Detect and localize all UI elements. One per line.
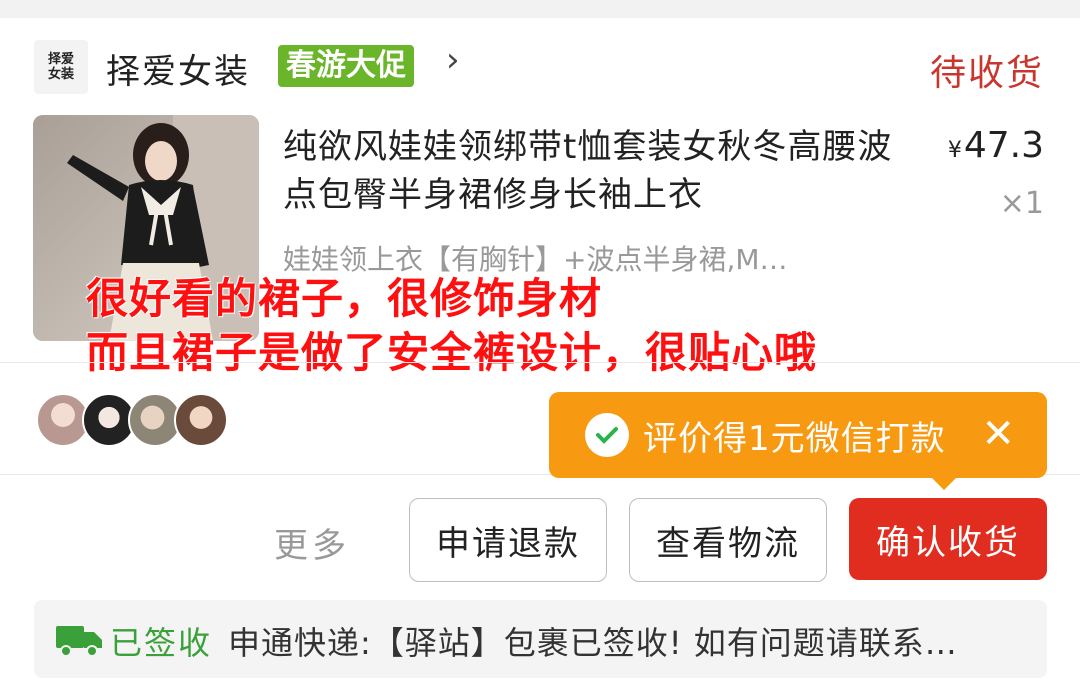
reviewer-avatars[interactable] (36, 393, 228, 447)
more-button[interactable]: 更多 (274, 518, 350, 567)
close-icon[interactable]: ✕ (981, 410, 1015, 458)
wechat-check-icon (585, 413, 629, 457)
divider (0, 362, 1080, 363)
order-status: 待收货 (929, 53, 1044, 94)
tooltip-text: 评价得1元微信打款 (643, 418, 946, 459)
review-overlay-text: 很好看的裙子，很修饰身材 而且裙子是做了安全裤设计，很贴心哦 (86, 272, 817, 380)
price-value: 47.3 (963, 125, 1044, 166)
truck-icon (56, 626, 102, 657)
promo-badge[interactable]: 春游大促 (278, 45, 414, 87)
confirm-receipt-button[interactable]: 确认收货 (849, 498, 1047, 580)
product-quantity: ×1 (999, 186, 1044, 221)
chevron-right-icon[interactable]: › (446, 40, 460, 80)
avatar (174, 393, 228, 447)
shop-logo-line2: 女装 (47, 67, 74, 82)
product-title[interactable]: 纯欲风娃娃领绑带t恤套装女秋冬高腰波点包臀半身裙修身长袖上衣 (283, 123, 903, 219)
shop-logo[interactable]: 择爱 女装 (34, 40, 88, 94)
logistics-detail: 申通快递:【驿站】包裹已签收! 如有问题请联系… (228, 624, 958, 662)
shop-name[interactable]: 择爱女装 (106, 44, 250, 93)
tooltip-arrow (930, 476, 958, 490)
review-overlay-line2: 而且裙子是做了安全裤设计，很贴心哦 (86, 328, 818, 377)
view-logistics-button[interactable]: 查看物流 (629, 498, 827, 582)
product-price: ¥47.3 (948, 125, 1044, 166)
price-currency: ¥ (947, 138, 962, 163)
review-overlay-line1: 很好看的裙子，很修饰身材 (86, 274, 603, 323)
request-refund-button[interactable]: 申请退款 (409, 498, 607, 582)
logistics-bar[interactable]: 已签收 申通快递:【驿站】包裹已签收! 如有问题请联系… (34, 600, 1047, 678)
shop-logo-line1: 择爱 (47, 52, 74, 67)
review-reward-tooltip[interactable]: 评价得1元微信打款 ✕ (549, 392, 1047, 478)
logistics-status: 已签收 (110, 624, 213, 662)
